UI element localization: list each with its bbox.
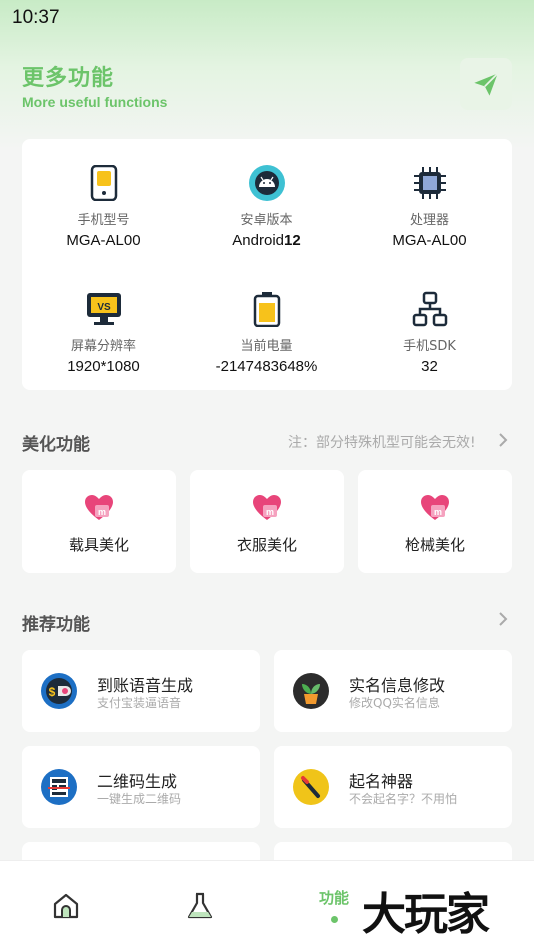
svg-text:m: m — [434, 507, 442, 517]
info-value: 1920*1080 — [67, 358, 140, 375]
rec-title: 二维码生成 — [97, 772, 178, 791]
info-label: 安卓版本 — [240, 213, 293, 228]
share-button[interactable] — [460, 58, 512, 110]
android-prefix: Android — [232, 232, 284, 249]
svg-text:m: m — [98, 507, 106, 517]
beauty-section-note[interactable]: 注：部分特殊机型可能会无效! — [288, 432, 476, 452]
info-value: 32 — [421, 358, 438, 375]
flask-icon — [187, 892, 213, 919]
rec-realname-card[interactable]: 实名信息修改 修改QQ实名信息 — [274, 650, 512, 732]
chevron-right-icon[interactable] — [497, 611, 509, 627]
page-header: 更多功能 More useful functions — [22, 60, 167, 110]
home-icon — [53, 893, 79, 919]
info-phone-model: 手机型号 MGA-AL00 — [22, 163, 185, 249]
status-bar: 10:37 — [0, 0, 534, 36]
rec-voice-card[interactable]: $ 到账语音生成 支付宝装逼语音 — [22, 650, 260, 732]
svg-text:VS: VS — [97, 302, 111, 313]
info-value: Android12 — [185, 232, 348, 249]
page-title: 更多功能 — [22, 66, 115, 91]
alipay-voice-icon: $ — [41, 673, 77, 709]
status-time: 10:37 — [12, 7, 60, 28]
beauty-vehicle-card[interactable]: m 载具美化 — [22, 470, 176, 573]
rec-subtitle: 不会起名字？不用怕 — [349, 792, 458, 806]
qrcode-icon — [41, 769, 77, 805]
rec-title: 实名信息修改 — [349, 676, 446, 695]
info-battery: 当前电量 -2147483648% — [185, 289, 348, 375]
device-info-card: 手机型号 MGA-AL00 安卓版本 Android12 处理器 MGA-AL0… — [22, 139, 512, 390]
send-icon — [474, 72, 499, 96]
info-value: -2147483648% — [215, 358, 318, 375]
info-label: 屏幕分辨率 — [70, 339, 136, 354]
info-label: 手机型号 — [77, 213, 130, 228]
info-value: MGA-AL00 — [392, 232, 467, 249]
phone-icon — [22, 163, 185, 203]
nav-home[interactable] — [26, 861, 106, 949]
rec-qrcode-card[interactable]: 二维码生成 一键生成二维码 — [22, 746, 260, 828]
info-screen-resolution: VS 屏幕分辨率 1920*1080 — [22, 289, 185, 375]
rec-subtitle: 一键生成二维码 — [97, 792, 182, 806]
android-version-number: 12 — [284, 232, 301, 249]
battery-icon — [185, 289, 348, 329]
info-processor: 处理器 MGA-AL00 — [348, 163, 511, 249]
watermark: 大玩家 — [362, 889, 490, 940]
cpu-icon — [348, 163, 511, 203]
rec-subtitle: 支付宝装逼语音 — [97, 696, 182, 710]
info-label: 处理器 — [409, 213, 449, 228]
rec-naming-card[interactable]: 起名神器 不会起名字？不用怕 — [274, 746, 512, 828]
plant-icon — [293, 673, 329, 709]
beauty-label: 枪械美化 — [404, 536, 465, 554]
info-android-version: 安卓版本 Android12 — [185, 163, 348, 249]
heart-m-icon: m — [22, 494, 176, 524]
rec-subtitle: 修改QQ实名信息 — [349, 696, 440, 710]
android-icon — [185, 163, 348, 203]
network-icon — [348, 289, 511, 329]
beauty-label: 衣服美化 — [236, 536, 297, 554]
info-sdk: 手机SDK 32 — [348, 289, 511, 375]
chevron-right-icon[interactable] — [497, 432, 509, 448]
pen-icon — [293, 769, 329, 805]
rec-title: 起名神器 — [349, 772, 414, 791]
rec-title: 到账语音生成 — [97, 676, 194, 695]
beauty-weapon-card[interactable]: m 枪械美化 — [358, 470, 512, 573]
monitor-icon: VS — [22, 289, 185, 329]
beauty-section-title: 美化功能 — [22, 435, 90, 455]
svg-text:$: $ — [49, 685, 56, 699]
info-label: 手机SDK — [403, 339, 456, 354]
nav-label-functions: 功能 — [318, 889, 349, 907]
page-subtitle: More useful functions — [22, 94, 168, 110]
heart-m-icon: m — [190, 494, 344, 524]
heart-m-icon: m — [358, 494, 512, 524]
recommend-section-title: 推荐功能 — [22, 615, 90, 635]
nav-lab[interactable] — [160, 861, 240, 949]
svg-text:m: m — [266, 507, 274, 517]
beauty-clothes-card[interactable]: m 衣服美化 — [190, 470, 344, 573]
info-label: 当前电量 — [240, 339, 293, 354]
beauty-label: 载具美化 — [68, 536, 129, 554]
nav-active-dot — [330, 916, 338, 923]
info-value: MGA-AL00 — [66, 232, 141, 249]
